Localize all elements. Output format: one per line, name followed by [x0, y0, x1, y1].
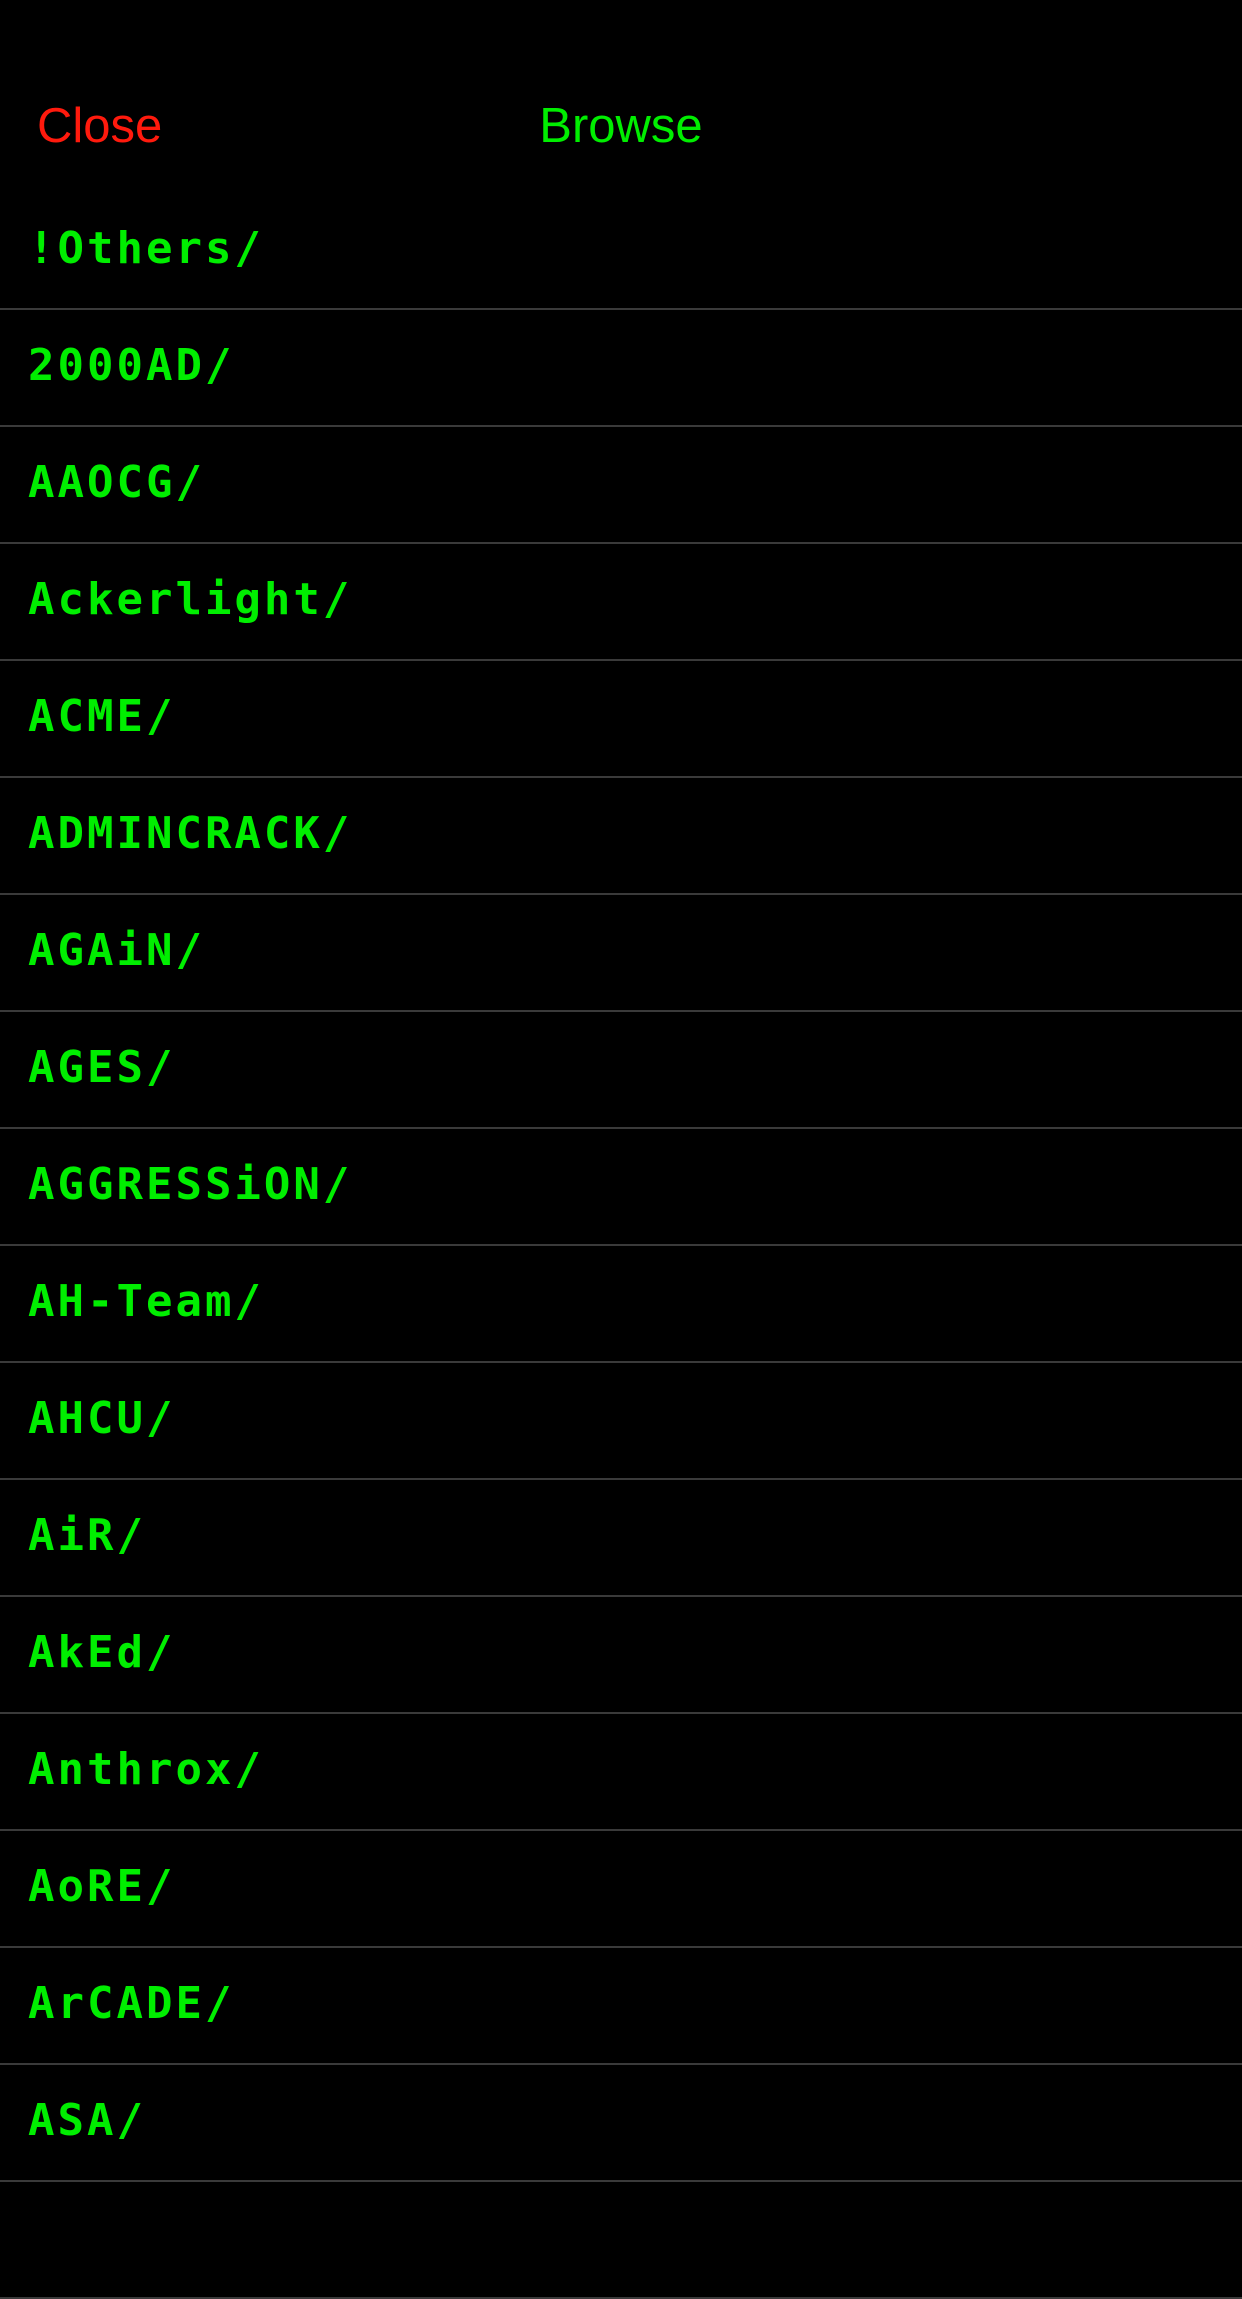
- list-item[interactable]: ACME/: [0, 661, 1242, 778]
- list-item[interactable]: AAOCG/: [0, 427, 1242, 544]
- list-item-label: AGGRESSiON/: [28, 1159, 353, 1210]
- list-item-label: AkEd/: [28, 1627, 176, 1678]
- list-item[interactable]: AH-Team/: [0, 1246, 1242, 1363]
- list-item-label: ArCADE/: [28, 1978, 235, 2029]
- list-item[interactable]: [0, 2182, 1242, 2299]
- directory-list: !Others/ 2000AD/ AAOCG/ Ackerlight/ ACME…: [0, 193, 1242, 2299]
- page-title: Browse: [539, 99, 703, 153]
- list-item[interactable]: ADMINCRACK/: [0, 778, 1242, 895]
- list-item-label: AHCU/: [28, 1393, 176, 1444]
- list-item[interactable]: AGES/: [0, 1012, 1242, 1129]
- list-item[interactable]: ArCADE/: [0, 1948, 1242, 2065]
- list-item-label: !Others/: [28, 223, 264, 274]
- list-item-label: AiR/: [28, 1510, 146, 1561]
- list-item-label: AGAiN/: [28, 925, 205, 976]
- list-item[interactable]: AoRE/: [0, 1831, 1242, 1948]
- list-item-label: Anthrox/: [28, 1744, 264, 1795]
- list-item-label: AAOCG/: [28, 457, 205, 508]
- list-item[interactable]: ASA/: [0, 2065, 1242, 2182]
- list-item[interactable]: AkEd/: [0, 1597, 1242, 1714]
- list-item[interactable]: AGGRESSiON/: [0, 1129, 1242, 1246]
- list-item-label: ASA/: [28, 2095, 146, 2146]
- list-item-label: AoRE/: [28, 1861, 176, 1912]
- list-item[interactable]: !Others/: [0, 193, 1242, 310]
- list-item-label: AH-Team/: [28, 1276, 264, 1327]
- list-item[interactable]: AHCU/: [0, 1363, 1242, 1480]
- list-item-label: AGES/: [28, 1042, 176, 1093]
- list-item[interactable]: Anthrox/: [0, 1714, 1242, 1831]
- list-item[interactable]: AiR/: [0, 1480, 1242, 1597]
- navigation-bar: Close Browse: [0, 0, 1242, 193]
- list-item-label: ADMINCRACK/: [28, 808, 353, 859]
- list-item[interactable]: Ackerlight/: [0, 544, 1242, 661]
- list-item-label: ACME/: [28, 691, 176, 742]
- list-item-label: 2000AD/: [28, 340, 235, 391]
- list-item[interactable]: AGAiN/: [0, 895, 1242, 1012]
- list-item[interactable]: 2000AD/: [0, 310, 1242, 427]
- list-item-label: Ackerlight/: [28, 574, 353, 625]
